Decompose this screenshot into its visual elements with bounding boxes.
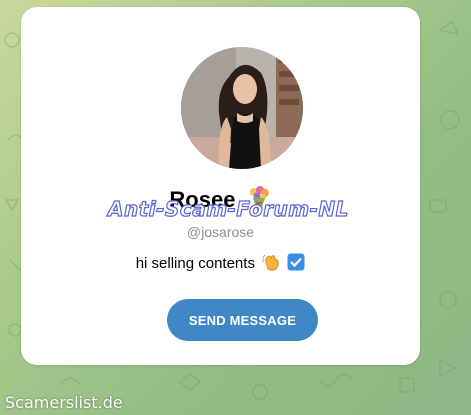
profile-bio: hi selling contents xyxy=(21,253,420,275)
footer-watermark: Scamerslist.de xyxy=(5,393,123,412)
overlay-watermark: Anti-Scam-Forum-NL xyxy=(107,196,349,221)
profile-bio-text: hi selling contents xyxy=(135,254,255,272)
waving-hand-icon xyxy=(262,253,280,275)
send-message-button[interactable]: SEND MESSAGE xyxy=(167,299,318,341)
profile-username[interactable]: @josarose xyxy=(21,224,420,240)
profile-avatar[interactable] xyxy=(181,47,303,169)
profile-card: Rosee @josarose hi selling contents SEND… xyxy=(21,7,420,365)
check-box-icon xyxy=(287,253,305,275)
